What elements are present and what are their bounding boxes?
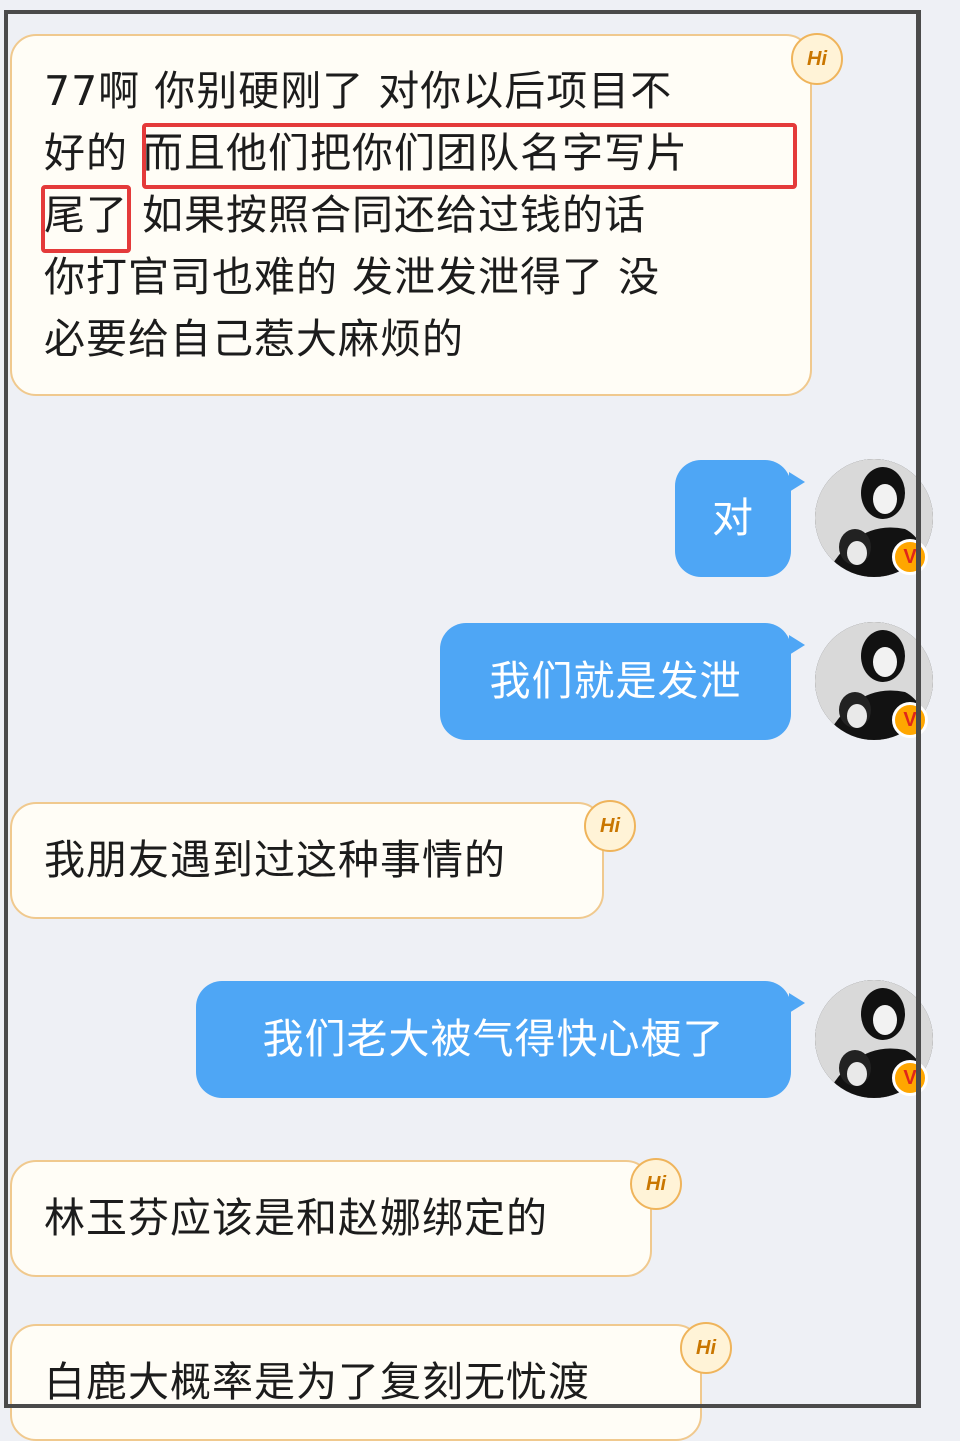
verified-v-icon: V [892,1060,928,1096]
message-text: 白鹿大概率是为了复刻无忧渡 [44,1358,590,1406]
message-line: 你打官司也难的 发泄发泄得了 没 [44,253,661,301]
bubble-tail [789,993,805,1013]
incoming-message-bubble[interactable]: 白鹿大概率是为了复刻无忧渡 [10,1324,702,1441]
message-line: 必要给自己惹大麻烦的 [44,315,464,363]
message-text: 林玉芬应该是和赵娜绑定的 [44,1194,548,1242]
outgoing-message-bubble[interactable]: 我们老大被气得快心梗了 [196,981,791,1098]
message-text: 我们老大被气得快心梗了 [262,1015,725,1063]
hi-badge-icon: Hi [680,1322,732,1374]
verified-v-icon: V [892,539,928,575]
verified-v-icon: V [892,702,928,738]
outgoing-message-bubble[interactable]: 我们就是发泄 [440,623,791,740]
hi-badge-icon: Hi [791,33,843,85]
incoming-message-bubble[interactable]: 我朋友遇到过这种事情的 [10,802,604,919]
message-line: 尾了 如果按照合同还给过钱的话 [44,191,647,239]
hi-badge-icon: Hi [584,800,636,852]
hi-badge-icon: Hi [630,1158,682,1210]
message-text: 我们就是发泄 [489,657,742,705]
bubble-tail [789,472,805,492]
message-line: 77啊 你别硬刚了 对你以后项目不 [44,67,673,115]
outgoing-message-bubble[interactable]: 对 [675,460,791,577]
bubble-tail [789,635,805,655]
message-line: 好的 而且他们把你们团队名字写片 [44,129,689,177]
message-text: 对 [712,494,754,542]
incoming-message-bubble[interactable]: 77啊 你别硬刚了 对你以后项目不 好的 而且他们把你们团队名字写片 尾了 如果… [10,34,812,396]
incoming-message-bubble[interactable]: 林玉芬应该是和赵娜绑定的 [10,1160,652,1277]
message-text: 我朋友遇到过这种事情的 [44,836,506,884]
